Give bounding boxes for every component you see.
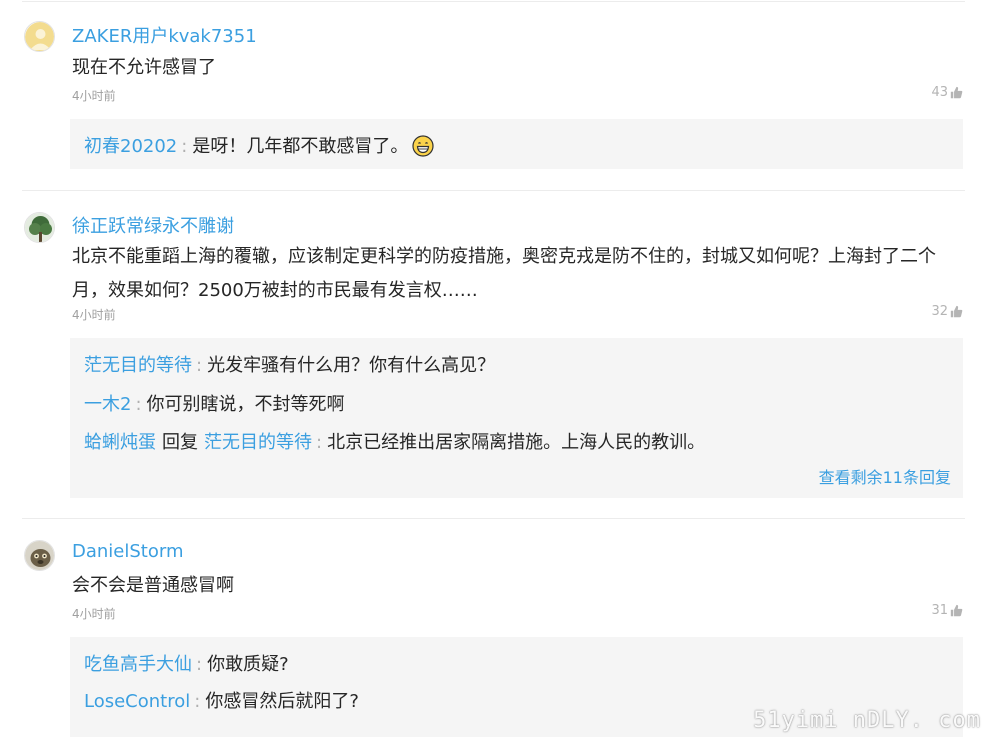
reply-text: 是呀！几年都不敢感冒了。 bbox=[192, 136, 409, 157]
reply-text: 北京已经推出居家隔离措施。上海人民的教训。 bbox=[327, 432, 706, 453]
reply-item: 初春20202: 是呀！几年都不敢感冒了。 bbox=[84, 132, 434, 162]
reply-username[interactable]: LoseControl bbox=[84, 691, 190, 712]
default-avatar-icon bbox=[25, 22, 54, 51]
reply-item: 吃鱼高手大仙: 你敢质疑? bbox=[84, 650, 289, 676]
reply-username[interactable]: 茫无目的等待 bbox=[84, 355, 192, 376]
reply-text: 你可别瞎说，不封等死啊 bbox=[146, 394, 345, 415]
comment-content: 北京不能重蹈上海的覆辙，应该制定更科学的防疫措施，奥密克戎是防不住的，封城又如何… bbox=[72, 246, 936, 301]
watermark: 51yimi nDLY. com bbox=[753, 708, 981, 733]
reply-separator: : bbox=[194, 691, 201, 712]
reply-item: 蛤蜊炖蛋 回复 茫无目的等待: 北京已经推出居家隔离措施。上海人民的教训。 bbox=[84, 428, 705, 454]
reply-separator: : bbox=[196, 654, 203, 675]
avatar[interactable] bbox=[24, 540, 55, 571]
reply-text: 光发牢骚有什么用？你有什么高见？ bbox=[207, 355, 496, 376]
comment-username[interactable]: 徐正跃常绿永不雕谢 bbox=[72, 212, 234, 238]
view-more-replies-link[interactable]: 查看剩余11条回复 bbox=[819, 464, 951, 488]
like-button[interactable]: 31 bbox=[931, 603, 963, 618]
comment-time: 4小时前 bbox=[72, 308, 116, 322]
avatar[interactable] bbox=[24, 21, 55, 52]
like-count: 31 bbox=[931, 603, 948, 618]
reply-to-label: 回复 bbox=[162, 432, 198, 453]
thumbs-up-icon bbox=[950, 604, 963, 617]
reply-separator: : bbox=[316, 432, 323, 453]
reply-target-username[interactable]: 茫无目的等待 bbox=[204, 432, 312, 453]
like-button[interactable]: 32 bbox=[931, 304, 963, 319]
reply-username[interactable]: 吃鱼高手大仙 bbox=[84, 654, 192, 675]
thumbs-up-icon bbox=[950, 305, 963, 318]
grinning-face-emoji bbox=[412, 135, 434, 162]
reply-separator: : bbox=[181, 136, 188, 157]
reply-item: 一木2: 你可别瞎说，不封等死啊 bbox=[84, 390, 345, 416]
reply-item: LoseControl: 你感冒然后就阳了? bbox=[84, 687, 359, 713]
comment-time: 4小时前 bbox=[72, 89, 116, 103]
thumbs-up-icon bbox=[950, 86, 963, 99]
comment-content: 会不会是普通感冒啊 bbox=[72, 575, 234, 596]
reply-text: 你感冒然后就阳了? bbox=[205, 691, 359, 712]
comment-content: 现在不允许感冒了 bbox=[72, 57, 216, 78]
reply-box: 初春20202: 是呀！几年都不敢感冒了。 bbox=[70, 119, 963, 169]
animal-avatar-icon bbox=[25, 541, 54, 570]
reply-username[interactable]: 初春20202 bbox=[84, 136, 177, 157]
comment-username[interactable]: DanielStorm bbox=[72, 541, 184, 562]
reply-box: 茫无目的等待: 光发牢骚有什么用？你有什么高见？ 一木2: 你可别瞎说，不封等死啊 … bbox=[70, 338, 963, 498]
reply-username[interactable]: 蛤蜊炖蛋 bbox=[84, 432, 156, 453]
comment-time: 4小时前 bbox=[72, 607, 116, 621]
reply-username[interactable]: 一木2 bbox=[84, 394, 131, 415]
reply-separator: : bbox=[196, 355, 203, 376]
like-count: 43 bbox=[931, 85, 948, 100]
like-button[interactable]: 43 bbox=[931, 85, 963, 100]
comment-item: DanielStorm 会不会是普通感冒啊 4小时前 31 吃鱼高手大仙: 你敢质… bbox=[0, 519, 987, 737]
tree-avatar-icon bbox=[25, 213, 54, 242]
comment-item: 徐正跃常绿永不雕谢 北京不能重蹈上海的覆辙，应该制定更科学的防疫措施，奥密克戎是… bbox=[0, 191, 987, 518]
reply-text: 你敢质疑? bbox=[207, 654, 289, 675]
comment-username[interactable]: ZAKER用户kvak7351 bbox=[72, 22, 257, 48]
reply-separator: : bbox=[135, 394, 142, 415]
comment-item: ZAKER用户kvak7351 现在不允许感冒了 4小时前 43 初春20202… bbox=[0, 0, 987, 190]
like-count: 32 bbox=[931, 304, 948, 319]
reply-item: 茫无目的等待: 光发牢骚有什么用？你有什么高见？ bbox=[84, 351, 495, 377]
avatar[interactable] bbox=[24, 212, 55, 243]
